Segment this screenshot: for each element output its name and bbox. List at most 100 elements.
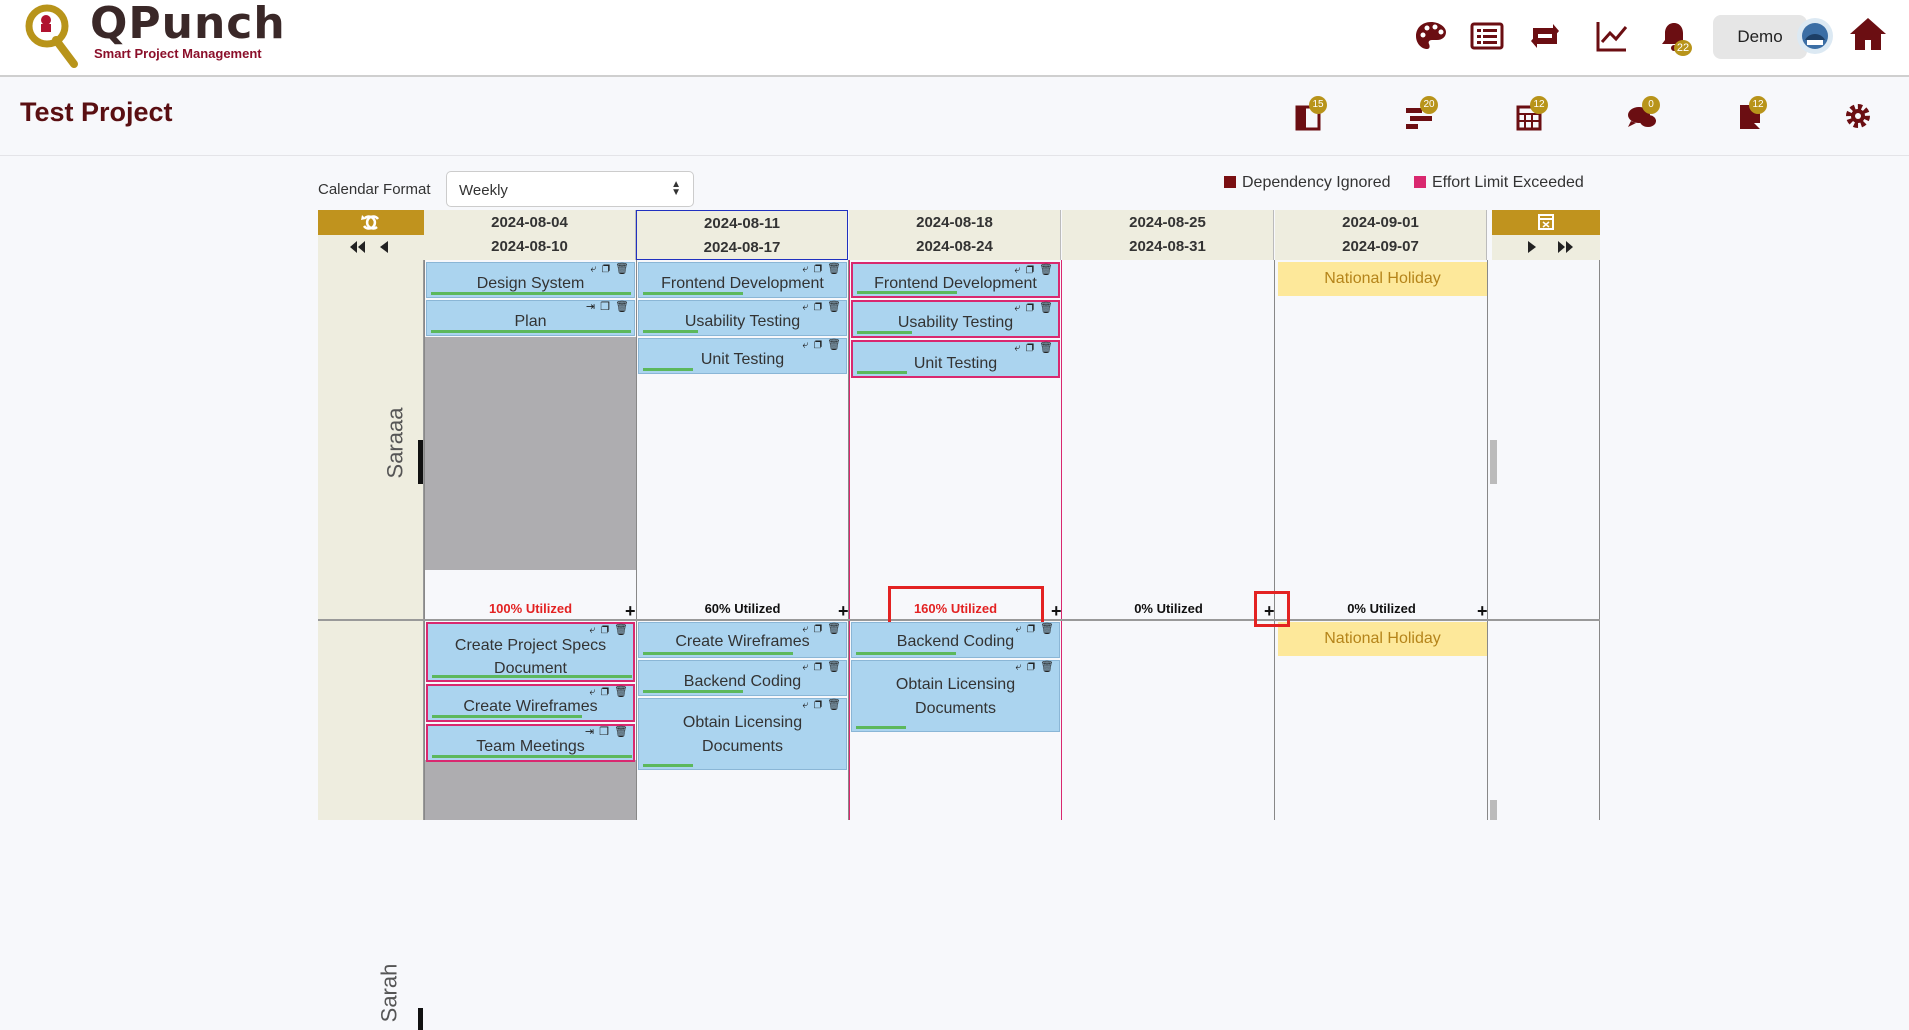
gear-icon[interactable] bbox=[1843, 101, 1873, 131]
calendar-format-value: Weekly bbox=[459, 182, 508, 199]
calendar-format-label: Calendar Format bbox=[318, 181, 431, 198]
task-card[interactable]: ⤶ ❐ 🗑 Usability Testing bbox=[638, 300, 847, 336]
progress-bar bbox=[643, 690, 743, 693]
week-column-end bbox=[1488, 260, 1600, 820]
task-actions[interactable]: ⤶ ❐ 🗑 bbox=[802, 301, 842, 313]
calendar-reset-icon[interactable] bbox=[1492, 210, 1600, 235]
legend-dependency-ignored: Dependency Ignored bbox=[1224, 174, 1391, 192]
chevron-updown-icon: ▲ ▼ bbox=[671, 179, 681, 198]
user-name: Saraaa bbox=[382, 407, 408, 479]
add-task-button[interactable]: + bbox=[838, 602, 849, 620]
add-task-button[interactable]: + bbox=[625, 602, 636, 620]
fast-forward-icon[interactable] bbox=[1558, 241, 1573, 253]
task-actions[interactable]: ⤶ ❐ 🗑 bbox=[802, 339, 842, 351]
logo-subtitle: Smart Project Management bbox=[94, 46, 262, 61]
task-card[interactable]: ⤶ ❐ 🗑 Create Project Specs Document bbox=[426, 622, 635, 682]
demo-button[interactable]: Demo bbox=[1713, 15, 1807, 59]
task-card[interactable]: ⤶ ❐ 🗑 Create Wireframes bbox=[638, 622, 847, 658]
task-card[interactable]: ⤶ ❐ 🗑 Unit Testing bbox=[851, 340, 1060, 378]
progress-bar bbox=[643, 764, 693, 767]
task-card[interactable]: ⤶ ❐ 🗑 Obtain Licensing Documents bbox=[851, 660, 1060, 732]
task-card[interactable]: ⇥ ❐ 🗑 Plan bbox=[426, 300, 635, 336]
chart-icon[interactable] bbox=[1594, 18, 1630, 54]
logo-title: QPunch bbox=[90, 0, 286, 49]
qpunch-logo[interactable]: QPunch Smart Project Management bbox=[24, 0, 285, 72]
calendar-count-badge: 12 bbox=[1530, 96, 1548, 114]
home-icon[interactable] bbox=[1848, 14, 1888, 54]
dashboard-icon[interactable] bbox=[1413, 18, 1449, 54]
list-icon[interactable] bbox=[1469, 18, 1505, 54]
progress-bar bbox=[431, 330, 631, 333]
notification-badge: 22 bbox=[1674, 40, 1692, 56]
legend-swatch-effort bbox=[1414, 176, 1426, 188]
gantt-count-badge: 20 bbox=[1420, 96, 1438, 114]
row-resize-handle[interactable] bbox=[418, 1008, 423, 1030]
task-card[interactable]: ⤶ ❐ 🗑 Unit Testing bbox=[638, 338, 847, 374]
highlight-box bbox=[1254, 591, 1290, 627]
progress-bar bbox=[432, 675, 632, 678]
fast-backward-icon[interactable] bbox=[350, 241, 365, 253]
task-actions[interactable]: ⤶ ❐ 🗑 bbox=[1015, 623, 1055, 635]
repeat-icon[interactable] bbox=[1527, 18, 1563, 54]
project-header: Test Project 15 20 12 0 12 bbox=[0, 77, 1909, 156]
utilization-week-2: 60% Utilized bbox=[704, 601, 781, 616]
progress-bar bbox=[431, 292, 631, 295]
task-card[interactable]: ⤶ ❐ 🗑 Frontend Development bbox=[851, 262, 1060, 298]
task-actions[interactable]: ⤶ ❐ 🗑 bbox=[1014, 264, 1054, 276]
avatar[interactable] bbox=[1797, 18, 1833, 54]
week-column-5 bbox=[1275, 260, 1488, 820]
progress-bar bbox=[857, 371, 907, 374]
progress-bar bbox=[857, 331, 912, 334]
task-card[interactable]: ⤶ ❐ 🗑 Design System bbox=[426, 262, 635, 298]
task-actions[interactable]: ⤶ ❐ 🗑 bbox=[1014, 302, 1054, 314]
task-actions[interactable]: ⤶ ❐ 🗑 bbox=[590, 263, 630, 275]
header-corner bbox=[318, 210, 424, 260]
progress-bar bbox=[432, 715, 582, 718]
holiday-label: National Holiday bbox=[1278, 262, 1487, 296]
logo-magnifier-icon bbox=[25, 4, 78, 68]
progress-bar bbox=[643, 330, 698, 333]
user-name: Sarah bbox=[376, 963, 402, 1023]
highlight-box bbox=[888, 586, 1044, 626]
task-actions[interactable]: ⤶ ❐ 🗑 bbox=[1015, 661, 1055, 673]
task-actions[interactable]: ⇥ ❐ 🗑 bbox=[585, 726, 629, 738]
week-header-3: 2024-08-18 2024-08-24 bbox=[849, 210, 1061, 260]
forward-icon[interactable] bbox=[1528, 241, 1536, 253]
task-actions[interactable]: ⤶ ❐ 🗑 bbox=[1014, 342, 1054, 354]
progress-bar bbox=[643, 368, 693, 371]
task-card[interactable]: ⤶ ❐ 🗑 Usability Testing bbox=[851, 300, 1060, 338]
user-cell-saraaa: Saraaa bbox=[318, 260, 424, 620]
add-task-button[interactable]: + bbox=[1477, 602, 1488, 620]
refresh-icon[interactable] bbox=[318, 210, 424, 235]
scrollbar-thumb[interactable] bbox=[1490, 440, 1497, 484]
scrollbar-thumb[interactable] bbox=[1490, 800, 1497, 820]
task-card[interactable]: ⤶ ❐ 🗑 Backend Coding bbox=[851, 622, 1060, 658]
task-card[interactable]: ⤶ ❐ 🗑 Backend Coding bbox=[638, 660, 847, 696]
calendar-format-select[interactable]: Weekly ▲ ▼ bbox=[446, 171, 694, 207]
task-actions[interactable]: ⤶ ❐ 🗑 bbox=[802, 661, 842, 673]
task-card[interactable]: ⇥ ❐ 🗑 Team Meetings bbox=[426, 724, 635, 762]
utilization-week-5: 0% Utilized bbox=[1347, 601, 1416, 616]
task-actions[interactable]: ⤶ ❐ 🗑 bbox=[589, 624, 629, 636]
progress-bar bbox=[643, 292, 743, 295]
task-actions[interactable]: ⤶ ❐ 🗑 bbox=[802, 263, 842, 275]
user-cell-sarah: Sarah bbox=[318, 620, 424, 1030]
task-card[interactable]: ⤶ ❐ 🗑 Frontend Development bbox=[638, 262, 847, 298]
tasks-count-badge: 15 bbox=[1309, 96, 1327, 114]
task-card[interactable]: ⤶ ❐ 🗑 Create Wireframes bbox=[426, 684, 635, 722]
add-task-button[interactable]: + bbox=[1051, 602, 1062, 620]
task-actions[interactable]: ⇥ ❐ 🗑 bbox=[586, 301, 630, 313]
legend-label-dependency: Dependency Ignored bbox=[1242, 174, 1391, 191]
task-actions[interactable]: ⤶ ❐ 🗑 bbox=[589, 686, 629, 698]
utilization-week-4: 0% Utilized bbox=[1134, 601, 1203, 616]
task-card[interactable]: ⤶ ❐ 🗑 Obtain Licensing Documents bbox=[638, 698, 847, 770]
progress-bar bbox=[856, 652, 956, 655]
task-actions[interactable]: ⤶ ❐ 🗑 bbox=[802, 623, 842, 635]
legend-effort-limit: Effort Limit Exceeded bbox=[1414, 174, 1584, 192]
task-actions[interactable]: ⤶ ❐ 🗑 bbox=[802, 699, 842, 711]
top-navbar: QPunch Smart Project Management 22 Demo bbox=[0, 0, 1909, 77]
backward-icon[interactable] bbox=[380, 241, 388, 253]
progress-bar bbox=[643, 652, 793, 655]
week-header-4: 2024-08-25 2024-08-31 bbox=[1062, 210, 1274, 260]
row-resize-handle[interactable] bbox=[418, 440, 423, 484]
